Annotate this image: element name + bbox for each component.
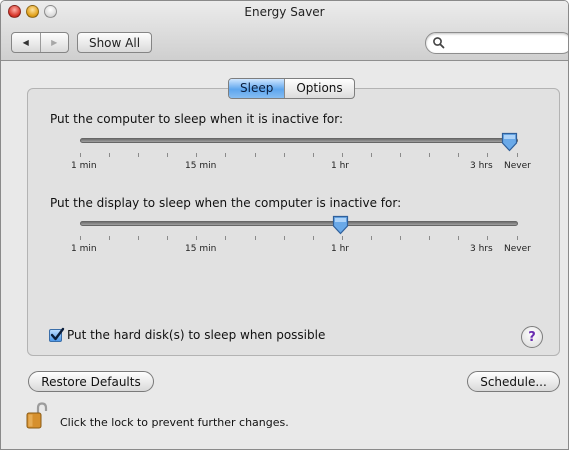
tab-sleep[interactable]: Sleep — [229, 79, 285, 98]
search-icon — [433, 37, 445, 49]
tick-label: 15 min — [185, 161, 217, 171]
tick-label: 1 min — [71, 161, 97, 171]
checkmark-icon — [50, 327, 65, 340]
lock-message: Click the lock to prevent further change… — [60, 416, 289, 429]
tick-label: 1 min — [71, 244, 97, 254]
tick-label: 3 hrs — [470, 244, 493, 254]
title-bar: Energy Saver ◀ ▶ Show All — [1, 1, 568, 61]
forward-arrow-icon: ▶ — [51, 38, 58, 47]
hard-disk-sleep-option[interactable]: Put the hard disk(s) to sleep when possi… — [49, 327, 326, 342]
tab-options[interactable]: Options — [284, 79, 353, 98]
computer-sleep-label: Put the computer to sleep when it is ina… — [50, 112, 344, 126]
unlocked-lock-icon[interactable] — [26, 402, 48, 430]
tick-label: Never — [504, 161, 531, 171]
back-arrow-icon: ◀ — [22, 38, 29, 47]
energy-saver-window: Energy Saver ◀ ▶ Show All Sleep Options … — [0, 0, 569, 450]
tab-bar: Sleep Options — [228, 78, 355, 99]
computer-sleep-slider-track[interactable] — [80, 138, 518, 143]
tick-label: 15 min — [185, 244, 217, 254]
display-sleep-slider-knob[interactable] — [332, 215, 349, 235]
help-icon: ? — [528, 329, 536, 345]
show-all-button[interactable]: Show All — [77, 32, 152, 53]
hard-disk-sleep-checkbox[interactable] — [49, 327, 65, 342]
tick-label: 3 hrs — [470, 161, 493, 171]
help-button[interactable]: ? — [521, 326, 543, 348]
search-field[interactable] — [425, 32, 568, 54]
restore-defaults-button[interactable]: Restore Defaults — [28, 371, 154, 392]
schedule-button[interactable]: Schedule... — [467, 371, 560, 392]
display-sleep-slider-track[interactable] — [80, 221, 518, 226]
tick-label: Never — [504, 244, 531, 254]
window-title: Energy Saver — [244, 5, 325, 19]
hard-disk-sleep-label: Put the hard disk(s) to sleep when possi… — [67, 328, 326, 342]
forward-button[interactable]: ▶ — [39, 33, 69, 52]
back-forward-control: ◀ ▶ — [11, 32, 69, 53]
computer-sleep-slider-knob[interactable] — [501, 132, 518, 152]
tick-label: 1 hr — [331, 244, 349, 254]
back-button[interactable]: ◀ — [12, 33, 40, 52]
tick-label: 1 hr — [331, 161, 349, 171]
display-sleep-label: Put the display to sleep when the comput… — [50, 196, 402, 210]
